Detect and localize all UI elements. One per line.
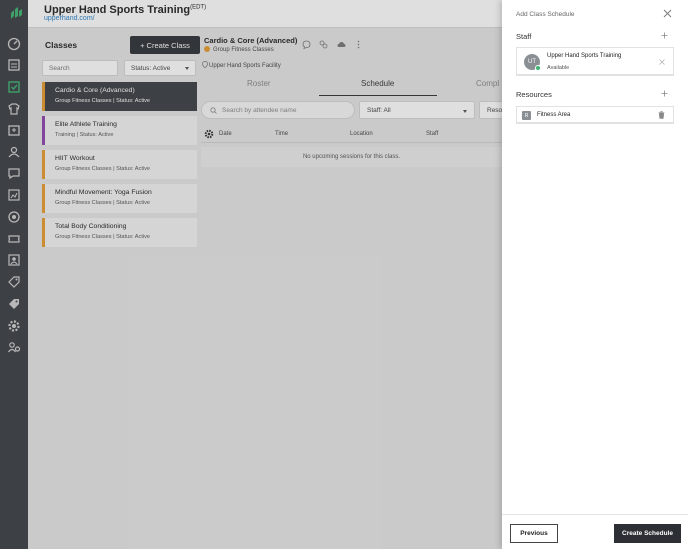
resource-name: Fitness Area <box>537 112 571 118</box>
status-filter-dropdown[interactable]: Status: Active <box>124 60 196 76</box>
column-header-location[interactable]: Location <box>350 131 373 137</box>
classes-search-input[interactable] <box>42 60 118 76</box>
more-options-icon[interactable] <box>354 40 363 49</box>
resource-card: R Fitness Area <box>516 106 674 124</box>
class-meta: Group Fitness Classes | Status: Active <box>55 200 151 206</box>
cloud-upload-icon[interactable] <box>337 40 346 49</box>
class-list-item[interactable]: Cardio & Core (Advanced) Group Fitness Cl… <box>42 82 197 111</box>
staff-name: Upper Hand Sports Training <box>547 53 622 59</box>
close-icon[interactable] <box>663 9 672 18</box>
classes-heading: Classes <box>45 40 78 50</box>
class-name: Cardio & Core (Advanced) <box>55 87 135 94</box>
create-class-button[interactable]: + Create Class <box>130 36 200 54</box>
class-meta: Group Fitness Classes | Status: Active <box>55 166 151 172</box>
facility-location: Upper Hand Sports Facility <box>202 61 281 69</box>
reports-icon[interactable] <box>7 188 21 202</box>
messages-icon[interactable] <box>7 166 21 180</box>
chevron-down-icon <box>185 67 189 70</box>
class-name: Mindful Movement: Yoga Fusion <box>55 189 152 196</box>
resources-section-label: Resources <box>516 90 552 99</box>
class-category: Group Fitness Classes <box>204 46 274 53</box>
create-schedule-button[interactable]: Create Schedule <box>614 524 681 543</box>
left-nav-rail <box>0 0 28 549</box>
staff-section-label: Staff <box>516 32 532 41</box>
table-divider <box>201 142 502 143</box>
empty-sessions-message: No upcoming sessions for this class. <box>201 147 502 167</box>
calendar-icon[interactable] <box>7 58 21 72</box>
column-settings-gear-icon[interactable] <box>204 129 214 139</box>
staff-availability: Available <box>547 65 570 71</box>
tab-completed[interactable]: Compl <box>476 79 499 88</box>
facility-name: Upper Hand Sports Facility <box>209 63 281 69</box>
class-name: HIIT Workout <box>55 155 95 162</box>
active-tab-indicator <box>319 95 437 96</box>
tab-schedule[interactable]: Schedule <box>361 79 394 88</box>
column-header-date[interactable]: Date <box>219 131 232 137</box>
class-list-item[interactable]: HIIT Workout Group Fitness Classes | Stat… <box>42 150 197 179</box>
link-icon[interactable] <box>319 40 328 49</box>
drawer-footer-divider <box>502 514 688 515</box>
search-icon <box>210 107 217 114</box>
contacts-icon[interactable] <box>7 253 21 267</box>
previous-button[interactable]: Previous <box>510 524 558 543</box>
attendee-search-placeholder: Search by attendee name <box>222 107 297 114</box>
availability-status-dot <box>535 65 541 71</box>
staff-filter-value: Staff: All <box>367 107 391 114</box>
class-meta: Group Fitness Classes | Status: Active <box>55 234 151 240</box>
column-header-staff[interactable]: Staff <box>426 131 438 137</box>
clients-icon[interactable] <box>7 145 21 159</box>
drawer-title: Add Class Schedule <box>516 11 575 18</box>
avatar: UT <box>524 54 541 71</box>
staff-filter-dropdown[interactable]: Staff: All <box>359 101 475 119</box>
events-icon[interactable] <box>7 123 21 137</box>
class-category-label: Group Fitness Classes <box>213 47 274 53</box>
chevron-down-icon <box>463 110 467 113</box>
settings-icon[interactable] <box>7 319 21 333</box>
discount-tag-icon[interactable] <box>7 275 21 289</box>
tickets-icon[interactable] <box>7 232 21 246</box>
marketing-icon[interactable] <box>7 210 21 224</box>
class-list-item[interactable]: Elite Athlete Training Training | Status:… <box>42 116 197 145</box>
tab-roster[interactable]: Roster <box>247 79 271 88</box>
class-meta: Group Fitness Classes | Status: Active <box>55 98 151 104</box>
location-pin-icon <box>202 61 208 69</box>
pricing-tag-icon[interactable] <box>7 297 21 311</box>
avatar-initials: UT <box>528 59 536 65</box>
staff-settings-icon[interactable] <box>7 340 21 354</box>
staff-card: UT Upper Hand Sports Training Available <box>516 47 674 76</box>
class-list-item[interactable]: Total Body Conditioning Group Fitness Cla… <box>42 218 197 247</box>
classes-icon[interactable] <box>7 80 21 94</box>
resource-type-icon: R <box>522 111 531 120</box>
add-resource-plus-icon[interactable] <box>661 90 668 97</box>
remove-staff-close-icon[interactable] <box>659 59 665 65</box>
teams-icon[interactable] <box>7 102 21 116</box>
class-list-item[interactable]: Mindful Movement: Yoga Fusion Group Fitne… <box>42 184 197 213</box>
timezone-label: (EDT) <box>190 4 207 11</box>
dashboard-icon[interactable] <box>7 37 21 51</box>
class-name: Total Body Conditioning <box>55 223 127 230</box>
trash-icon[interactable] <box>658 111 665 119</box>
attendee-search-input[interactable]: Search by attendee name <box>201 101 355 119</box>
upper-hand-logo-icon[interactable] <box>8 6 24 22</box>
comment-icon[interactable] <box>302 40 311 49</box>
category-color-dot <box>204 46 210 52</box>
add-class-schedule-drawer: Add Class Schedule Staff UT Upper Hand S… <box>502 0 688 549</box>
class-name: Elite Athlete Training <box>55 121 117 128</box>
business-url-link[interactable]: upperhand.com/ <box>44 15 95 22</box>
add-staff-plus-icon[interactable] <box>661 32 668 39</box>
column-header-time[interactable]: Time <box>275 131 288 137</box>
status-filter-value: Status: Active <box>131 65 171 72</box>
class-detail-title: Cardio & Core (Advanced) <box>204 36 298 45</box>
class-meta: Training | Status: Active <box>55 132 114 138</box>
